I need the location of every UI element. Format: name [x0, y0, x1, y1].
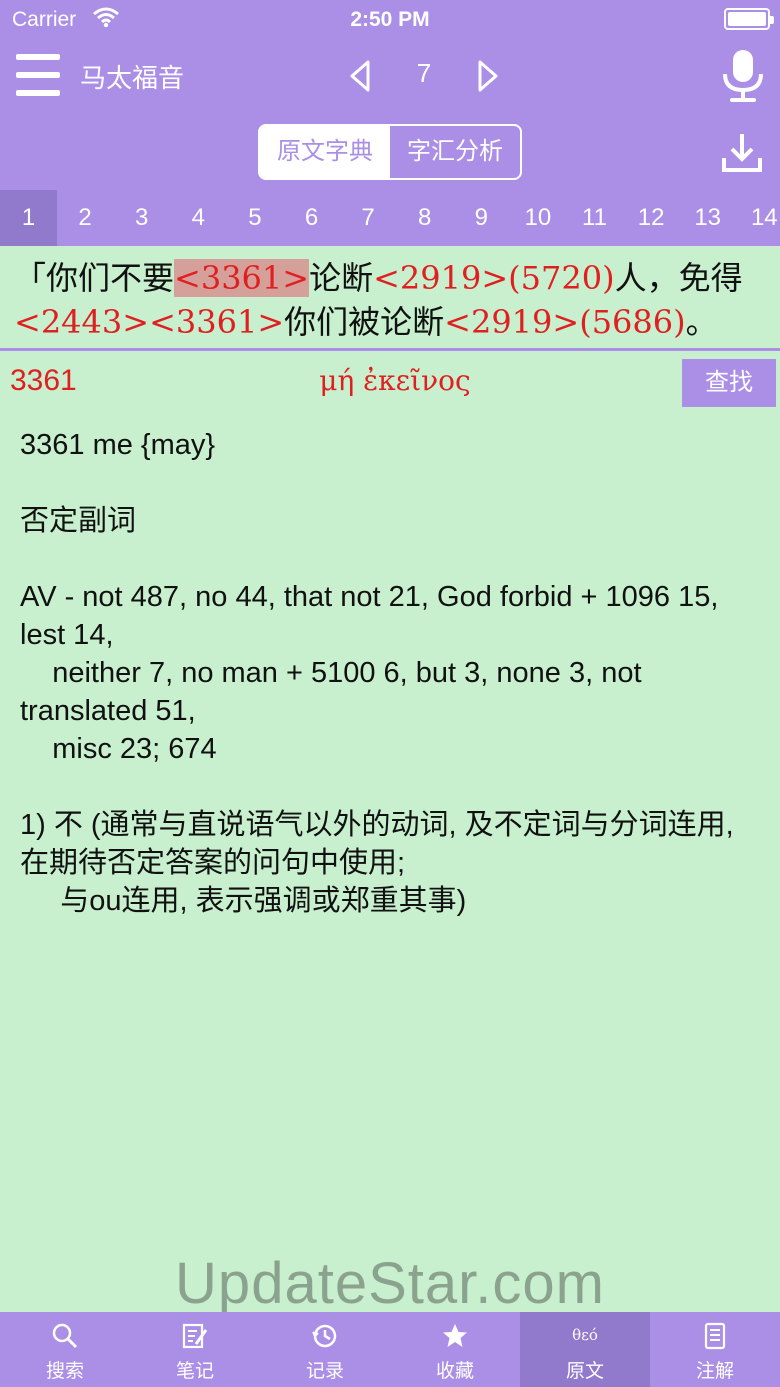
next-chapter-icon[interactable]	[474, 58, 504, 94]
header: Carrier 2:50 PM 马太福音 7 原文字典 字汇分析	[0, 0, 780, 190]
dictionary-line: misc 23; 674	[20, 733, 217, 765]
book-title[interactable]: 马太福音	[80, 58, 184, 95]
tab-label: 收藏	[435, 1361, 474, 1382]
verse-number[interactable]: 14	[736, 190, 780, 246]
dictionary-line: 与ou连用, 表示强调或郑重其事)	[20, 885, 467, 917]
verse-number[interactable]: 11	[566, 190, 623, 246]
greek-word: μή ἐκεῖνος	[319, 364, 471, 397]
strong-reference[interactable]: <2919>(5720)	[373, 259, 614, 297]
tab-book[interactable]: 注解	[650, 1312, 780, 1387]
view-mode-switch: 原文字典 字汇分析	[258, 124, 522, 180]
status-time: 2:50 PM	[350, 8, 430, 31]
tab-label: 搜索	[45, 1361, 84, 1382]
verse-number[interactable]: 3	[113, 190, 170, 246]
tab-history[interactable]: 记录	[260, 1312, 390, 1387]
status-bar: Carrier 2:50 PM	[0, 0, 780, 40]
previous-chapter-icon[interactable]	[344, 58, 374, 94]
divider	[0, 348, 780, 351]
chapter-number[interactable]: 7	[400, 58, 448, 89]
verse-number[interactable]: 10	[509, 190, 566, 246]
verse-text: 「你们不要<3361>论断<2919>(5720)人，免得 <2443><336…	[14, 256, 770, 344]
dictionary-line: 否定副词	[20, 505, 137, 537]
verse-number[interactable]: 9	[453, 190, 510, 246]
dictionary-line: AV - not 487, no 44, that not 21, God fo…	[20, 581, 727, 651]
search-icon	[50, 1322, 80, 1350]
tab-label: 原文	[565, 1361, 604, 1382]
tab-vocabulary-analysis[interactable]: 字汇分析	[390, 126, 520, 178]
verse-number[interactable]: 13	[679, 190, 736, 246]
dictionary-entry: 3361 me {may} 否定副词 AV - not 487, no 44, th…	[20, 426, 764, 920]
microphone-icon[interactable]	[718, 48, 768, 104]
verse-number[interactable]: 5	[226, 190, 283, 246]
tab-search[interactable]: 搜索	[0, 1312, 130, 1387]
verse-number[interactable]: 4	[170, 190, 227, 246]
battery-icon	[724, 8, 774, 30]
search-button[interactable]: 查找	[682, 359, 776, 407]
verse-segment: 人，免得	[614, 259, 743, 297]
tab-original-dictionary[interactable]: 原文字典	[260, 126, 390, 178]
tab-theo[interactable]: θεό 原文	[520, 1312, 650, 1387]
tab-bar: 搜索 笔记 记录 收藏 θεό 原文 注解	[0, 1312, 780, 1387]
book-icon	[700, 1322, 730, 1350]
tab-label: 记录	[305, 1361, 344, 1382]
verse-number[interactable]: 6	[283, 190, 340, 246]
watermark: UpdateStar.com	[175, 1251, 605, 1316]
tab-star[interactable]: 收藏	[390, 1312, 520, 1387]
verse-number[interactable]: 8	[396, 190, 453, 246]
verse-number[interactable]: 12	[623, 190, 680, 246]
dictionary-line: neither 7, no man + 5100 6, but 3, none …	[20, 657, 650, 727]
star-icon	[440, 1322, 470, 1350]
verse-segment: 论断	[309, 259, 374, 297]
download-icon[interactable]	[718, 128, 766, 176]
tab-label: 笔记	[175, 1361, 214, 1382]
verse-number[interactable]: 1	[0, 190, 57, 246]
verse-selector: 1 2 3 4 5 6 7 8 9 10 11 12 13 14	[0, 190, 780, 246]
verse-segment: 「你们不要	[14, 259, 175, 297]
history-icon	[310, 1322, 340, 1350]
menu-icon[interactable]	[16, 54, 60, 96]
tab-label: 注解	[695, 1361, 734, 1382]
verse-segment: 。	[685, 303, 718, 341]
verse-number[interactable]: 7	[340, 190, 397, 246]
strong-reference[interactable]: <3361>	[174, 259, 310, 297]
verse-segment: 你们被论断	[284, 303, 445, 341]
strong-reference[interactable]: <2443><3361>	[14, 303, 284, 341]
note-icon	[180, 1322, 210, 1350]
tab-note[interactable]: 笔记	[130, 1312, 260, 1387]
strong-reference[interactable]: <2919>(5686)	[444, 303, 685, 341]
dictionary-line: 3361 me {may}	[20, 429, 216, 461]
theo-icon: θεό	[572, 1326, 598, 1344]
verse-number[interactable]: 2	[57, 190, 114, 246]
dictionary-line: 1) 不 (通常与直说语气以外的动词, 及不定词与分词连用, 在期待否定答案的问…	[20, 809, 742, 879]
